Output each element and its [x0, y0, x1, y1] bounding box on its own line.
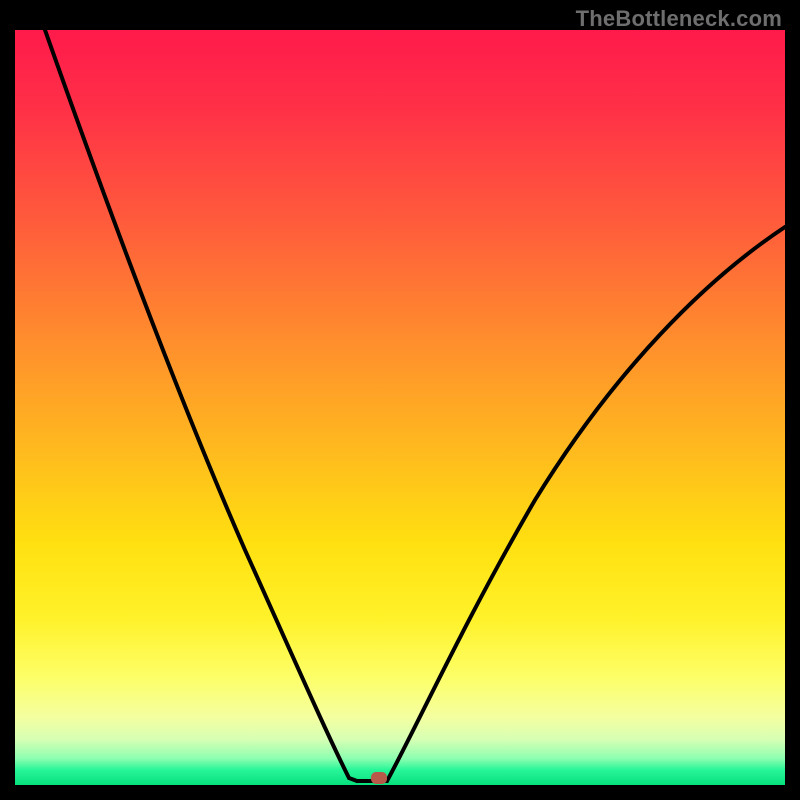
watermark-text: TheBottleneck.com — [576, 6, 782, 32]
minimum-marker — [371, 772, 387, 784]
plot-area — [15, 30, 785, 785]
chart-frame: TheBottleneck.com — [0, 0, 800, 800]
curve-right-branch — [387, 227, 785, 781]
curve-left-branch — [45, 30, 357, 781]
bottleneck-curve — [15, 30, 785, 785]
